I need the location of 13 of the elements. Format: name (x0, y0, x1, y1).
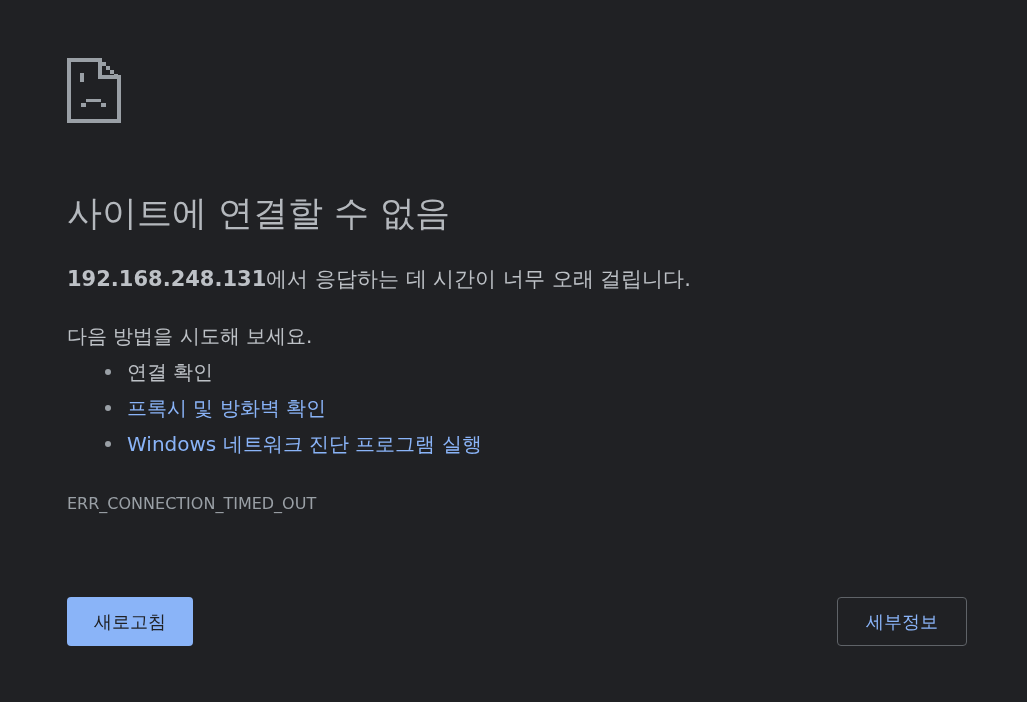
suggestion-link[interactable]: 프록시 및 방화벽 확인 (127, 394, 327, 422)
bullet-icon (105, 369, 111, 375)
suggestion-text: 연결 확인 (127, 359, 214, 386)
bullet-icon (105, 441, 111, 447)
error-heading: 사이트에 연결할 수 없음 (67, 192, 451, 235)
suggestions-intro: 다음 방법을 시도해 보세요. (67, 323, 313, 350)
error-message: 192.168.248.131에서 응답하는 데 시간이 너무 오래 걸립니다. (67, 266, 691, 293)
bullet-icon (105, 405, 111, 411)
reload-button[interactable]: 새로고침 (67, 597, 193, 646)
suggestion-link[interactable]: Windows 네트워크 진단 프로그램 실행 (127, 430, 482, 458)
details-button[interactable]: 세부정보 (837, 597, 967, 646)
sad-page-icon (67, 58, 121, 123)
error-code: ERR_CONNECTION_TIMED_OUT (67, 494, 317, 514)
